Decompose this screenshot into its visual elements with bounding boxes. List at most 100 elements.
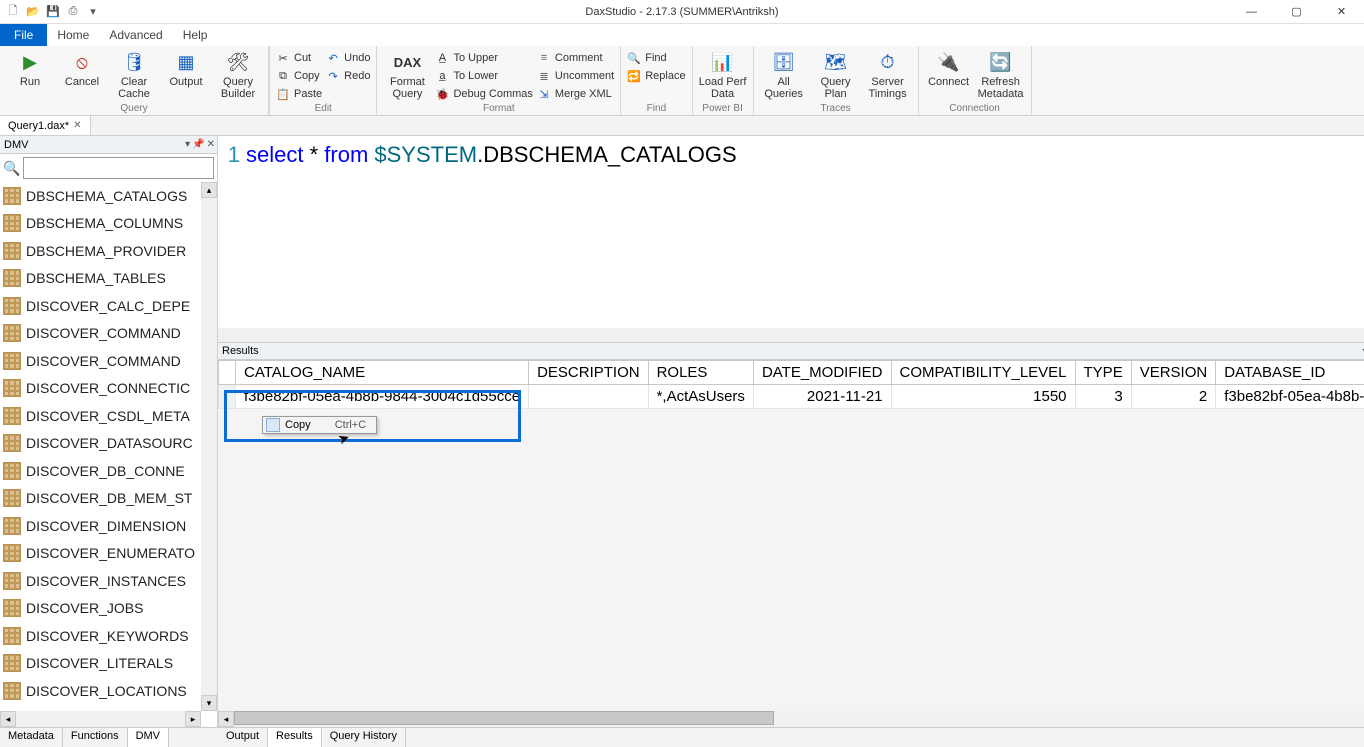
clear-cache-button[interactable]: 🛢Clear Cache bbox=[110, 48, 158, 100]
comment-button[interactable]: ≡Comment bbox=[537, 50, 614, 66]
code-editor[interactable]: 1 select * from $SYSTEM.DBSCHEMA_CATALOG… bbox=[218, 136, 1364, 342]
query-plan-button[interactable]: 🗺Query Plan bbox=[812, 48, 860, 100]
output-button[interactable]: ▦Output bbox=[162, 48, 210, 88]
tab-metadata[interactable]: Metadata bbox=[0, 728, 63, 747]
dmv-scrollbar-horizontal[interactable]: ◂ ▸ bbox=[0, 711, 201, 727]
dmv-list-item[interactable]: DBSCHEMA_PROVIDER bbox=[0, 237, 201, 265]
load-perf-data-button[interactable]: 📊Load Perf Data bbox=[699, 48, 747, 100]
dmv-list-item[interactable]: DISCOVER_CSDL_META bbox=[0, 402, 201, 430]
tab-query-history[interactable]: Query History bbox=[322, 728, 406, 747]
dmv-list-item[interactable]: DISCOVER_JOBS bbox=[0, 595, 201, 623]
pane-dropdown-icon[interactable]: ▾ bbox=[185, 139, 190, 150]
col-compat-level[interactable]: COMPATIBILITY_LEVEL bbox=[891, 361, 1075, 385]
dmv-search-input[interactable] bbox=[23, 157, 214, 179]
code-line[interactable]: select * from $SYSTEM.DBSCHEMA_CATALOGS bbox=[246, 142, 737, 168]
cell-catalog-name[interactable]: f3be82bf-05ea-4b8b-9844-3004c1d55cce bbox=[236, 385, 529, 409]
dmv-list-item[interactable]: DISCOVER_DB_MEM_ST bbox=[0, 485, 201, 513]
pane-close-icon[interactable]: ✕ bbox=[207, 139, 215, 150]
save-as-icon[interactable]: ⎙ bbox=[66, 5, 80, 19]
dmv-scrollbar-vertical[interactable]: ▴ ▾ bbox=[201, 182, 217, 711]
col-type[interactable]: TYPE bbox=[1075, 361, 1131, 385]
find-button[interactable]: 🔍Find bbox=[627, 50, 685, 66]
cell-compat[interactable]: 1550 bbox=[891, 385, 1075, 409]
scroll-left-icon[interactable]: ◂ bbox=[0, 711, 16, 727]
tab-dmv[interactable]: DMV bbox=[128, 728, 169, 747]
document-tab[interactable]: Query1.dax* ✕ bbox=[0, 116, 91, 135]
dmv-list-item[interactable]: DISCOVER_CONNECTIC bbox=[0, 375, 201, 403]
merge-xml-button[interactable]: ⇲Merge XML bbox=[537, 86, 614, 102]
dmv-list-item[interactable]: DISCOVER_COMMAND bbox=[0, 320, 201, 348]
home-tab[interactable]: Home bbox=[47, 24, 99, 46]
cell-roles[interactable]: *,ActAsUsers bbox=[648, 385, 753, 409]
maximize-button[interactable]: ▢ bbox=[1274, 0, 1319, 24]
cancel-button[interactable]: ⦸Cancel bbox=[58, 48, 106, 88]
cell-date-modified[interactable]: 2021-11-21 bbox=[753, 385, 891, 409]
dmv-list-item[interactable]: DISCOVER_INSTANCES bbox=[0, 567, 201, 595]
dmv-list-item[interactable]: DISCOVER_DB_CONNE bbox=[0, 457, 201, 485]
dmv-list-item[interactable]: DISCOVER_KEYWORDS bbox=[0, 622, 201, 650]
replace-button[interactable]: 🔁Replace bbox=[627, 68, 685, 84]
col-date-modified[interactable]: DATE_MODIFIED bbox=[753, 361, 891, 385]
cell-description[interactable] bbox=[529, 385, 649, 409]
tab-results[interactable]: Results bbox=[268, 728, 322, 747]
scroll-left-icon[interactable]: ◂ bbox=[218, 711, 234, 727]
dmv-list-item[interactable]: DISCOVER_LITERALS bbox=[0, 650, 201, 678]
pane-pin-icon[interactable]: 📌 bbox=[192, 139, 204, 150]
col-roles[interactable]: ROLES bbox=[648, 361, 753, 385]
close-icon[interactable]: ✕ bbox=[73, 120, 81, 131]
save-icon[interactable]: 💾 bbox=[46, 5, 60, 19]
new-doc-icon[interactable]: 🗋 bbox=[6, 5, 20, 19]
help-tab[interactable]: Help bbox=[173, 24, 218, 46]
dmv-list-item[interactable]: DISCOVER_ENUMERATO bbox=[0, 540, 201, 568]
redo-button[interactable]: ↷Redo bbox=[326, 68, 370, 84]
row-header[interactable] bbox=[219, 385, 236, 409]
tab-output[interactable]: Output bbox=[218, 728, 268, 747]
dmv-list-item[interactable]: DBSCHEMA_CATALOGS bbox=[0, 182, 201, 210]
context-menu-copy[interactable]: Copy Ctrl+C bbox=[263, 417, 376, 433]
uncomment-button[interactable]: ≣Uncomment bbox=[537, 68, 614, 84]
undo-button[interactable]: ↶Undo bbox=[326, 50, 370, 66]
open-icon[interactable]: 📂 bbox=[26, 5, 40, 19]
col-catalog-name[interactable]: CATALOG_NAME bbox=[236, 361, 529, 385]
dmv-list-item[interactable]: DISCOVER_DATASOURC bbox=[0, 430, 201, 458]
connect-button[interactable]: 🔌Connect bbox=[925, 48, 973, 88]
cell-type[interactable]: 3 bbox=[1075, 385, 1131, 409]
copy-button[interactable]: ⧉Copy bbox=[276, 68, 322, 84]
query-builder-button[interactable]: 🛠Query Builder bbox=[214, 48, 262, 100]
server-timings-button[interactable]: ⏱Server Timings bbox=[864, 48, 912, 100]
all-queries-button[interactable]: 🗄All Queries bbox=[760, 48, 808, 100]
format-query-button[interactable]: DAXFormat Query bbox=[383, 48, 431, 100]
scroll-down-icon[interactable]: ▾ bbox=[201, 695, 217, 711]
editor-scrollbar-horizontal[interactable]: ▸ bbox=[218, 328, 1364, 342]
dmv-list-item[interactable]: DBSCHEMA_TABLES bbox=[0, 265, 201, 293]
cell-database-id[interactable]: f3be82bf-05ea-4b8b-984 bbox=[1216, 385, 1364, 409]
dmv-list-item[interactable]: DISCOVER_COMMAND bbox=[0, 347, 201, 375]
to-upper-button[interactable]: A̲To Upper bbox=[435, 50, 532, 66]
cell-version[interactable]: 2 bbox=[1131, 385, 1216, 409]
dmv-list-item[interactable]: DISCOVER_CALC_DEPE bbox=[0, 292, 201, 320]
file-tab[interactable]: File bbox=[0, 24, 47, 46]
dmv-list-item[interactable]: DBSCHEMA_COLUMNS bbox=[0, 210, 201, 238]
col-database-id[interactable]: DATABASE_ID bbox=[1216, 361, 1364, 385]
cut-button[interactable]: ✂Cut bbox=[276, 50, 322, 66]
results-table[interactable]: CATALOG_NAME DESCRIPTION ROLES DATE_MODI… bbox=[218, 360, 1364, 409]
scrollbar-thumb[interactable] bbox=[234, 711, 774, 725]
debug-commas-button[interactable]: 🐞Debug Commas bbox=[435, 86, 532, 102]
dmv-list-item[interactable]: DISCOVER_LOCATIONS bbox=[0, 677, 201, 705]
run-button[interactable]: ▶Run bbox=[6, 48, 54, 88]
scroll-up-icon[interactable]: ▴ bbox=[201, 182, 217, 198]
scroll-right-icon[interactable]: ▸ bbox=[185, 711, 201, 727]
table-row[interactable]: f3be82bf-05ea-4b8b-9844-3004c1d55cce *,A… bbox=[219, 385, 1364, 409]
tab-functions[interactable]: Functions bbox=[63, 728, 128, 747]
qat-dropdown-icon[interactable]: ▾ bbox=[86, 5, 100, 19]
results-scrollbar-horizontal[interactable]: ◂ ▸ bbox=[218, 711, 1364, 727]
close-button[interactable]: ✕ bbox=[1319, 0, 1364, 24]
paste-button[interactable]: 📋Paste bbox=[276, 86, 322, 102]
to-lower-button[interactable]: a̲To Lower bbox=[435, 68, 532, 84]
col-version[interactable]: VERSION bbox=[1131, 361, 1216, 385]
col-description[interactable]: DESCRIPTION bbox=[529, 361, 649, 385]
minimize-button[interactable]: — bbox=[1229, 0, 1274, 24]
advanced-tab[interactable]: Advanced bbox=[99, 24, 172, 46]
dmv-list-item[interactable]: DISCOVER_DIMENSION bbox=[0, 512, 201, 540]
refresh-metadata-button[interactable]: 🔄Refresh Metadata bbox=[977, 48, 1025, 100]
